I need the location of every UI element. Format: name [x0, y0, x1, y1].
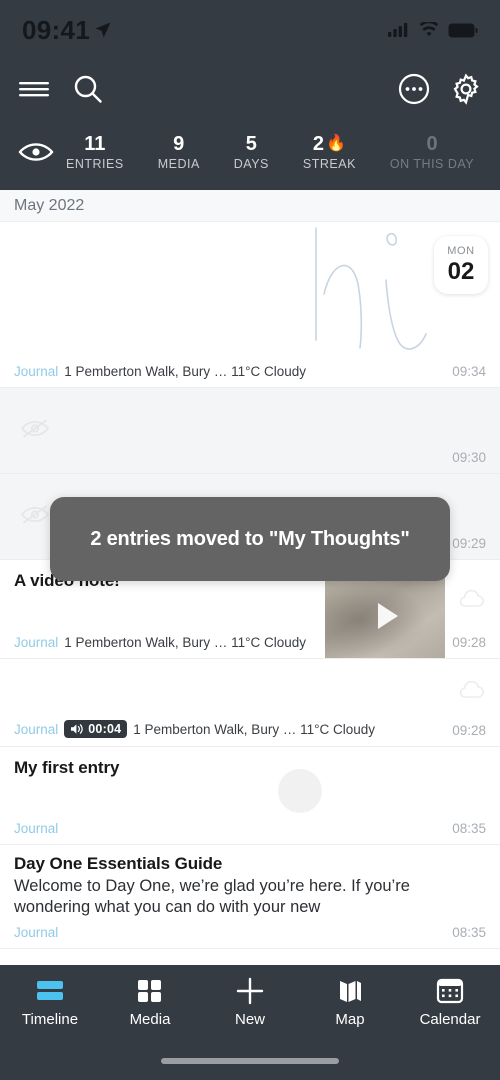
entry-time: 09:29	[452, 536, 486, 551]
stat-entries[interactable]: 11 ENTRIES	[66, 132, 124, 172]
entry-meta: Journal 1 Pemberton Walk, Bury … 11°C Cl…	[14, 364, 306, 379]
gear-icon[interactable]	[450, 73, 482, 105]
status-bar-right	[388, 22, 478, 38]
tab-calendar-label: Calendar	[419, 1011, 481, 1028]
calendar-icon	[436, 978, 464, 1004]
stat-days-label: DAYS	[233, 157, 269, 171]
tab-timeline-label: Timeline	[21, 1011, 79, 1028]
entry-title: My first entry	[14, 758, 120, 777]
stat-entries-label: ENTRIES	[66, 157, 124, 171]
entry-time: 09:30	[452, 450, 486, 465]
table-row[interactable]: 09:30	[0, 388, 500, 474]
timeline-icon	[37, 981, 63, 1000]
bottom-tab-bar: Timeline Media New Map Calendar	[0, 965, 500, 1080]
entry-time: 09:28	[452, 635, 486, 650]
status-bar-time: 09:41	[22, 14, 90, 45]
hamburger-menu-icon[interactable]	[18, 77, 50, 101]
flame-icon: 🔥	[326, 135, 346, 152]
status-bar: 09:41	[0, 0, 500, 60]
status-bar-left: 09:41	[22, 15, 112, 46]
tab-media-label: Media	[129, 1011, 171, 1028]
grid-icon	[138, 980, 161, 1002]
journal-label: Journal	[14, 364, 59, 379]
table-row[interactable]: Journal 00:04 1 Pemberton Walk, Bury … 1…	[0, 659, 500, 747]
audio-duration-badge[interactable]: 00:04	[64, 720, 128, 738]
speaker-icon	[71, 724, 83, 734]
map-icon	[340, 981, 361, 1002]
entry-meta: Journal	[14, 821, 58, 836]
entry-time: 08:35	[452, 821, 486, 836]
table-row[interactable]: Day One Essentials Guide Welcome to Day …	[0, 845, 500, 949]
journal-label: Journal	[14, 721, 59, 737]
toast-notification: 2 entries moved to "My Thoughts"	[50, 497, 450, 581]
app-screen: 09:41 11 ENTRIES 9 MEDIA 5 DAYS 2 🔥 STRE…	[0, 0, 500, 1080]
entry-meta-text: 1 Pemberton Walk, Bury … 11°C Cloudy	[133, 721, 376, 737]
stat-streak-value: 2	[312, 133, 325, 155]
battery-full-icon	[448, 23, 478, 37]
month-header-label: May 2022	[14, 196, 85, 214]
tab-map-label: Map	[335, 1011, 365, 1028]
search-icon[interactable]	[72, 73, 104, 105]
journal-label: Journal	[14, 635, 59, 650]
entry-list[interactable]: MON 02 Journal 1 Pemberton Walk, Bury … …	[0, 222, 500, 1080]
tab-media[interactable]: Media	[105, 977, 195, 1028]
audio-duration-text: 00:04	[88, 722, 122, 736]
tab-new-label: New	[234, 1011, 265, 1028]
plus-icon	[236, 977, 264, 1005]
tab-calendar[interactable]: Calendar	[405, 977, 495, 1028]
journal-label: Journal	[14, 821, 59, 836]
stats-bar: 11 ENTRIES 9 MEDIA 5 DAYS 2 🔥 STREAK 0 O…	[0, 118, 500, 190]
entry-meta: Journal 00:04 1 Pemberton Walk, Bury … 1…	[14, 720, 375, 738]
stat-days[interactable]: 5 DAYS	[234, 132, 269, 172]
stat-on-this-day-value: 0	[426, 133, 438, 155]
entry-snippet: Welcome to Day One, we’re glad you’re he…	[14, 877, 410, 916]
entry-meta-text: 1 Pemberton Walk, Bury … 11°C Cloudy	[64, 635, 307, 650]
stat-on-this-day-label: ON THIS DAY	[389, 157, 475, 171]
cellular-signal-icon	[388, 23, 408, 37]
app-header: 09:41 11 ENTRIES 9 MEDIA 5 DAYS 2 🔥 STRE…	[0, 0, 500, 190]
tab-new[interactable]: New	[205, 977, 295, 1028]
stat-media[interactable]: 9 MEDIA	[158, 132, 200, 172]
entry-time: 08:35	[452, 925, 486, 940]
eye-visible-icon[interactable]	[18, 140, 66, 164]
stat-media-value: 9	[173, 133, 185, 155]
wifi-icon	[419, 22, 439, 37]
entry-meta: Journal 1 Pemberton Walk, Bury … 11°C Cl…	[14, 635, 306, 650]
entry-meta: Journal	[14, 925, 58, 940]
nav-left-group	[18, 73, 104, 105]
entry-time: 09:34	[452, 364, 486, 379]
home-indicator[interactable]	[161, 1058, 339, 1064]
stat-on-this-day[interactable]: 0 ON THIS DAY	[390, 132, 474, 172]
nav-right-group	[398, 73, 482, 105]
tab-timeline[interactable]: Timeline	[5, 977, 95, 1028]
entry-time: 09:28	[452, 723, 486, 738]
table-row[interactable]: My first entry Journal 08:35	[0, 747, 500, 845]
table-row[interactable]: MON 02 Journal 1 Pemberton Walk, Bury … …	[0, 222, 500, 388]
month-header: May 2022	[0, 190, 500, 222]
nav-bar	[0, 60, 500, 118]
stat-streak-label: STREAK	[302, 157, 356, 171]
location-arrow-icon	[95, 22, 111, 38]
stat-entries-value: 11	[84, 133, 106, 155]
stat-media-label: MEDIA	[157, 157, 200, 171]
journal-label: Journal	[14, 925, 59, 940]
more-options-icon[interactable]	[398, 73, 430, 105]
tab-map[interactable]: Map	[305, 977, 395, 1028]
stat-streak[interactable]: 2 🔥 STREAK	[303, 132, 356, 172]
stat-days-value: 5	[245, 133, 257, 155]
toast-message: 2 entries moved to "My Thoughts"	[90, 527, 410, 550]
entry-meta-text: 1 Pemberton Walk, Bury … 11°C Cloudy	[64, 364, 307, 379]
entry-title: Day One Essentials Guide	[14, 854, 223, 873]
